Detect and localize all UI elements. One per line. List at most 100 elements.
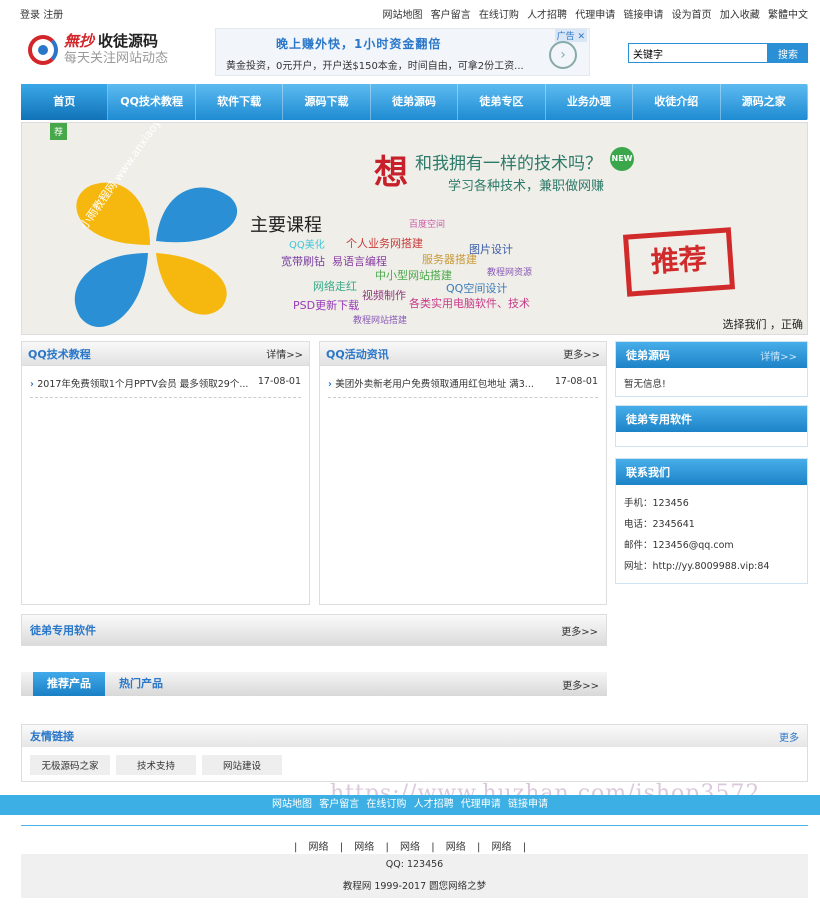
footer-links: | 网络 | 网络 | 网络 | 网络 | 网络 | (293, 842, 527, 853)
footer-nav-link[interactable]: 链接申请 (508, 799, 548, 810)
footer-nav-link[interactable]: 网站地图 (272, 799, 312, 810)
search-input[interactable] (628, 43, 768, 63)
footer-link[interactable]: 网络 (446, 842, 466, 853)
nav-software[interactable]: 软件下载 (196, 84, 284, 120)
footer-link[interactable]: 网络 (400, 842, 420, 853)
contact-website[interactable]: 网址：http://yy.8009988.vip:84 (624, 556, 799, 577)
contact-phone: 手机：123456 (624, 498, 689, 509)
ad-banner[interactable]: 晚上赚外快，1小时资金翻倍 黄金投资，0元开户，开户送$150本金，时间自由，可… (215, 28, 590, 76)
friend-links-more[interactable]: 更多 (779, 729, 799, 744)
course-keyword: 各类实用电脑软件、技术 (409, 297, 530, 310)
tabs-more-link[interactable]: 更多>> (562, 677, 599, 692)
arrow-right-icon[interactable]: › (549, 41, 577, 69)
friend-link[interactable]: 技术支持 (116, 755, 196, 775)
main-nav: 首页 QQ技术教程 软件下载 源码下载 徒弟源码 徒弟专区 业务办理 收徒介绍 … (21, 84, 808, 120)
account-links: 登录 注册 (20, 6, 63, 21)
tab-popular[interactable]: 热门产品 (105, 672, 177, 696)
software-bar: 徒弟专用软件 更多>> (21, 614, 607, 646)
clover-logo-icon (74, 182, 238, 327)
agent-link[interactable]: 代理申请 (575, 10, 615, 21)
site-logo[interactable]: 無抄 收徒源码 每天关注网站动态 (28, 32, 168, 68)
box-more-link[interactable]: 详情>> (760, 348, 797, 363)
nav-source[interactable]: 源码下载 (283, 84, 371, 120)
panel-more-link[interactable]: 更多>> (563, 346, 600, 361)
bar-title: 徒弟专用软件 (30, 624, 96, 637)
friend-link[interactable]: 网站建设 (202, 755, 282, 775)
traditional-chinese-link[interactable]: 繁體中文 (768, 10, 808, 21)
nav-business[interactable]: 业务办理 (546, 84, 634, 120)
course-keyword: 教程网站搭建 (353, 316, 408, 326)
logo-icon (28, 35, 58, 65)
disciple-source-box: 徒弟源码 详情>> 暂无信息! (615, 341, 808, 397)
panel-title: QQ技术教程 (28, 347, 91, 361)
recommend-tag: 荐 (50, 123, 68, 140)
tab-recommended[interactable]: 推荐产品 (33, 672, 105, 696)
utility-links: 网站地图 客户留言 在线订购 人才招聘 代理申请 链接申请 设为首页 加入收藏 … (378, 6, 809, 21)
course-title: 主要课程 (250, 215, 322, 236)
course-keyword: 百度空间 (409, 220, 446, 230)
friend-links-title: 友情链接 (30, 730, 74, 743)
hero-banner[interactable]: 荐 小雨教程网 www.anxiaoyu.me 想 和我拥有一样的技术吗？ NE… (21, 122, 808, 335)
sitemap-link[interactable]: 网站地图 (383, 10, 423, 21)
order-link[interactable]: 在线订购 (479, 10, 519, 21)
footer-nav-link[interactable]: 客户留言 (319, 799, 359, 810)
jobs-link[interactable]: 人才招聘 (527, 10, 567, 21)
close-icon[interactable]: ✕ (577, 32, 585, 42)
course-keyword: QQ美化 (289, 240, 325, 251)
list-item[interactable]: 美团外卖新老用户免费领取通用红包地址 满3... 17-08-01 (328, 376, 598, 398)
logo-title: 無抄 收徒源码 (64, 32, 159, 50)
ad-tag[interactable]: 广告 ✕ (554, 29, 587, 42)
panel-more-link[interactable]: 详情>> (266, 346, 303, 361)
product-tabs: 推荐产品 热门产品 更多>> (21, 672, 607, 696)
banner-subline: 学习各种技术，兼职做网赚 (448, 179, 605, 194)
top-bar: 登录 注册 网站地图 客户留言 在线订购 人才招聘 代理申请 链接申请 设为首页… (0, 0, 820, 26)
set-home-link[interactable]: 设为首页 (672, 10, 712, 21)
empty-message: 暂无信息! (624, 379, 666, 390)
contact-box: 联系我们 手机：123456 电话：2345641 邮件：123456@qq.c… (615, 458, 808, 584)
message-link[interactable]: 客户留言 (431, 10, 471, 21)
list-item[interactable]: 2017年免费领取1个月PPTV会员 最多领取29个... 17-08-01 (30, 376, 301, 398)
divider (21, 825, 808, 826)
disciple-software-box: 徒弟专用软件 (615, 405, 808, 447)
course-keyword: PSD更新下载 (293, 299, 360, 312)
recommend-stamp: 推荐 (622, 227, 736, 297)
search-button[interactable]: 搜索 (768, 43, 808, 63)
course-keyword: 视频制作 (362, 289, 406, 302)
copyright: QQ: 123456 教程网 1999-2017 圆您网络之梦 (21, 854, 808, 898)
nav-qq-tutorial[interactable]: QQ技术教程 (108, 84, 196, 120)
course-keyword: 网络走红 (313, 280, 357, 293)
footer-copyright: 教程网 1999-2017 圆您网络之梦 (342, 881, 487, 892)
friend-link[interactable]: 无极源码之家 (30, 755, 110, 775)
nav-source-home[interactable]: 源码之家 (721, 84, 808, 120)
contact-email: 邮件：123456@qq.com (624, 540, 734, 551)
footer-nav: 网站地图 客户留言 在线订购 人才招聘 代理申请 链接申请 (0, 795, 820, 815)
nav-disciple-source[interactable]: 徒弟源码 (371, 84, 459, 120)
course-keyword: 个人业务网搭建 (346, 237, 423, 250)
ad-headline: 晚上赚外快，1小时资金翻倍 (276, 37, 442, 51)
login-link[interactable]: 登录 (20, 10, 40, 21)
footer-nav-link[interactable]: 代理申请 (461, 799, 501, 810)
nav-disciple-zone[interactable]: 徒弟专区 (458, 84, 546, 120)
contact-tel: 电话：2345641 (624, 519, 695, 530)
banner-question: 和我拥有一样的技术吗？ (415, 154, 602, 174)
register-link[interactable]: 注册 (43, 10, 63, 21)
nav-intro[interactable]: 收徒介绍 (633, 84, 721, 120)
course-keyword: 教程网资源 (487, 268, 533, 278)
bar-more-link[interactable]: 更多>> (561, 623, 598, 638)
box-title: 徒弟专用软件 (626, 413, 692, 426)
footer-link[interactable]: 网络 (354, 842, 374, 853)
footer-link[interactable]: 网络 (309, 842, 329, 853)
banner-big-char: 想 (374, 153, 408, 193)
footer-nav-link[interactable]: 在线订购 (366, 799, 406, 810)
friend-links: 友情链接 更多 无极源码之家 技术支持 网站建设 (21, 724, 808, 782)
nav-home[interactable]: 首页 (21, 84, 109, 120)
footer-nav-link[interactable]: 人才招聘 (414, 799, 454, 810)
footer-link[interactable]: 网络 (492, 842, 512, 853)
course-keyword: QQ空间设计 (446, 282, 508, 295)
favorite-link[interactable]: 加入收藏 (720, 10, 760, 21)
link-apply-link[interactable]: 链接申请 (623, 10, 663, 21)
footer-qq: QQ: 123456 (385, 859, 444, 870)
new-badge: NEW (610, 147, 634, 171)
banner-caption: 选择我们 ，正确 (722, 318, 804, 331)
box-title: 徒弟源码 (626, 349, 670, 362)
